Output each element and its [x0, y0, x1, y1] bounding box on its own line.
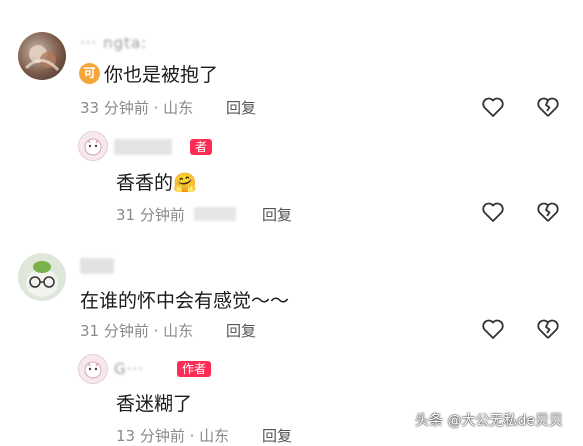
commenter-nickname-redacted[interactable]: [80, 258, 114, 274]
broken-heart-icon[interactable]: [536, 96, 560, 118]
reply-text: 香迷糊了: [116, 393, 193, 415]
reply-meta: 13 分钟前 · 山东: [116, 427, 230, 445]
reply-nickname-redacted[interactable]: [114, 139, 172, 155]
reply-nickname[interactable]: G···: [114, 360, 144, 378]
reply-text: 香香的🤗: [116, 168, 197, 195]
broken-heart-icon[interactable]: [536, 201, 560, 223]
author-avatar[interactable]: [78, 131, 108, 161]
comment-meta: 31 分钟前 · 山东: [80, 322, 194, 340]
reply-button[interactable]: 回复: [226, 97, 256, 118]
comment-meta: 33 分钟前 · 山东: [80, 99, 194, 117]
reply-button[interactable]: 回复: [226, 320, 256, 341]
heart-outline-icon[interactable]: [481, 318, 505, 340]
broken-heart-icon[interactable]: [536, 318, 560, 340]
reply-button[interactable]: 回复: [262, 425, 292, 446]
author-avatar[interactable]: [78, 354, 108, 384]
reply-text-content: 香香的: [116, 172, 174, 194]
heart-outline-icon[interactable]: [481, 201, 505, 223]
hug-emoji-icon: 🤗: [173, 172, 197, 194]
fan-badge-label: 可: [83, 66, 96, 80]
reply-meta: 31 分钟前: [116, 206, 185, 224]
comment-text: 在谁的怀中会有感觉～～: [80, 290, 290, 312]
fan-badge-icon: 可: [79, 63, 100, 84]
watermark: 头条 @大公无私de贝贝: [415, 413, 563, 429]
comment-text: 你也是被抱了: [104, 64, 219, 86]
author-badge: 作者: [177, 361, 212, 377]
author-badge: 者: [190, 139, 213, 155]
reply-button[interactable]: 回复: [262, 204, 292, 225]
heart-outline-icon[interactable]: [481, 96, 505, 118]
commenter-nickname[interactable]: ··· ngta:: [80, 34, 147, 52]
location-redacted: [194, 207, 236, 221]
avatar[interactable]: [18, 32, 66, 80]
avatar[interactable]: [18, 253, 66, 301]
